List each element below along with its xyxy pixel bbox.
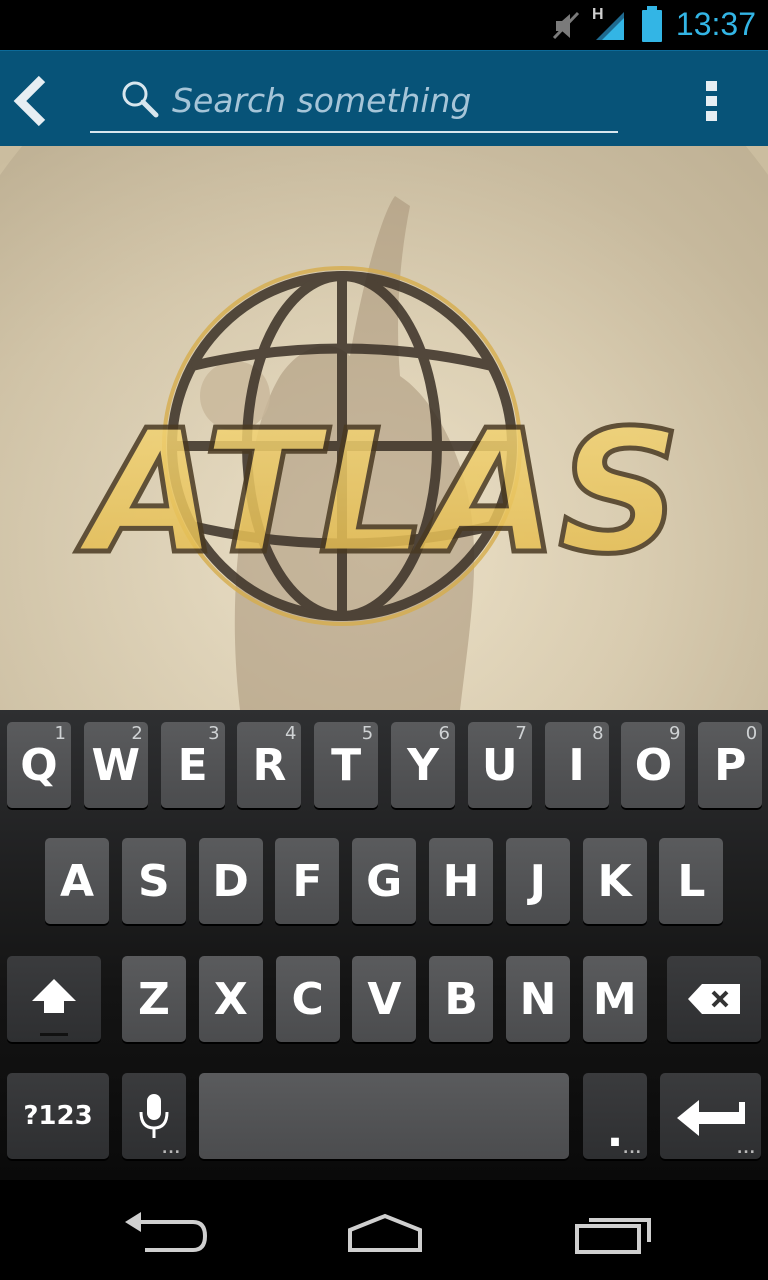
- network-type-label: H: [592, 6, 604, 23]
- key-label: A: [59, 855, 95, 907]
- recent-apps-icon[interactable]: [555, 1202, 665, 1262]
- key-w[interactable]: W2: [83, 722, 148, 808]
- overflow-menu-icon[interactable]: [698, 77, 726, 125]
- backspace-key[interactable]: [667, 956, 761, 1042]
- key-label: D: [212, 855, 249, 907]
- key-i[interactable]: I8: [544, 722, 609, 808]
- key-label: C: [291, 973, 324, 1025]
- key-o[interactable]: O9: [621, 722, 686, 808]
- key-label: U: [481, 739, 518, 791]
- key-z[interactable]: Z: [122, 956, 186, 1042]
- voice-input-key[interactable]: ...: [122, 1073, 186, 1159]
- period-key-label: .: [606, 1105, 624, 1157]
- key-u[interactable]: U7: [467, 722, 532, 808]
- atlas-splash-image: ATLAS: [0, 146, 768, 710]
- soft-keyboard: ?123 ... . ... ... Q1W2E3R4T5Y6U7I8O9P0A…: [0, 710, 768, 1180]
- key-label: Z: [138, 973, 170, 1025]
- key-label: X: [213, 973, 248, 1025]
- key-label: H: [442, 855, 480, 907]
- key-p[interactable]: P0: [698, 722, 763, 808]
- more-options-dots: ...: [737, 1141, 756, 1157]
- key-x[interactable]: X: [198, 956, 263, 1042]
- key-m[interactable]: M: [582, 956, 647, 1042]
- home-icon[interactable]: [330, 1202, 440, 1262]
- key-number-hint: 1: [54, 723, 66, 744]
- status-bar: H 13:37: [0, 0, 768, 50]
- key-label: J: [529, 855, 546, 907]
- key-n[interactable]: N: [506, 956, 570, 1042]
- back-icon[interactable]: [8, 73, 58, 129]
- key-e[interactable]: E3: [160, 722, 225, 808]
- symbols-key-label: ?123: [23, 1101, 93, 1131]
- microphone-icon: [139, 1094, 169, 1138]
- key-label: I: [568, 739, 585, 791]
- key-number-hint: 7: [515, 723, 527, 744]
- key-label: E: [177, 739, 208, 791]
- key-number-hint: 9: [668, 723, 681, 744]
- key-q[interactable]: Q1: [7, 722, 71, 808]
- key-j[interactable]: J: [505, 838, 570, 924]
- enter-key[interactable]: ...: [660, 1073, 761, 1159]
- space-key[interactable]: [199, 1073, 569, 1159]
- key-label: F: [292, 855, 323, 907]
- key-number-hint: 6: [438, 723, 450, 744]
- shift-key[interactable]: [7, 956, 101, 1042]
- symbols-key[interactable]: ?123: [7, 1073, 109, 1159]
- search-input[interactable]: [172, 75, 602, 125]
- key-a[interactable]: A: [45, 838, 109, 924]
- search-icon: [122, 81, 159, 118]
- key-number-hint: 0: [745, 723, 758, 744]
- nav-back-icon[interactable]: [105, 1202, 215, 1262]
- key-number-hint: 8: [592, 723, 604, 744]
- key-number-hint: 3: [208, 723, 220, 744]
- key-b[interactable]: B: [429, 956, 494, 1042]
- navigation-bar: [0, 1180, 768, 1280]
- more-options-dots: ...: [623, 1141, 642, 1157]
- key-label: Q: [20, 739, 58, 791]
- key-label: W: [91, 739, 141, 791]
- clock: 13:37: [675, 6, 756, 42]
- key-f[interactable]: F: [275, 838, 340, 924]
- key-c[interactable]: C: [275, 956, 340, 1042]
- search-field[interactable]: [90, 69, 618, 133]
- key-number-hint: 5: [361, 723, 374, 744]
- key-label: M: [592, 973, 637, 1025]
- key-label: B: [444, 973, 478, 1025]
- key-y[interactable]: Y6: [391, 722, 455, 808]
- key-label: T: [331, 739, 362, 791]
- key-label: V: [367, 973, 402, 1025]
- key-l[interactable]: L: [659, 838, 724, 924]
- shift-icon: [32, 979, 76, 1013]
- key-number-hint: 2: [131, 723, 143, 744]
- key-s[interactable]: S: [121, 838, 186, 924]
- enter-icon: [676, 1100, 745, 1136]
- key-h[interactable]: H: [429, 838, 493, 924]
- key-t[interactable]: T5: [314, 722, 379, 808]
- key-d[interactable]: D: [198, 838, 263, 924]
- key-v[interactable]: V: [352, 956, 417, 1042]
- battery-icon: [642, 6, 662, 42]
- key-number-hint: 4: [284, 723, 297, 744]
- key-label: K: [597, 855, 632, 907]
- key-label: N: [519, 973, 557, 1025]
- key-label: P: [714, 739, 747, 791]
- key-label: L: [677, 855, 706, 907]
- action-bar: [0, 50, 768, 146]
- more-options-dots: ...: [162, 1141, 181, 1157]
- atlas-logo-text: ATLAS: [75, 394, 681, 592]
- key-label: O: [634, 739, 673, 791]
- key-k[interactable]: K: [582, 838, 647, 924]
- period-key[interactable]: . ...: [583, 1073, 647, 1159]
- key-label: G: [366, 855, 403, 907]
- key-g[interactable]: G: [352, 838, 417, 924]
- key-label: R: [252, 739, 287, 791]
- backspace-icon: [688, 984, 740, 1014]
- muted-icon: [552, 11, 580, 40]
- key-label: Y: [407, 739, 439, 791]
- key-r[interactable]: R4: [237, 722, 302, 808]
- key-label: S: [137, 855, 170, 907]
